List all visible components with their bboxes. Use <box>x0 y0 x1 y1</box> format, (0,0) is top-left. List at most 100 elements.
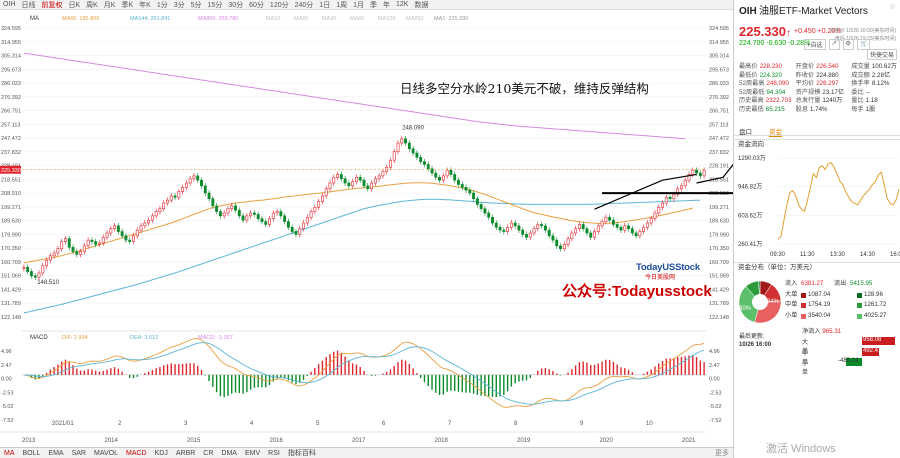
indicator-toolbar: MA BOLL EMA SAR MAVOL MACD KDJ ARBR CR DMA EMV RSI 指… <box>0 447 733 458</box>
month-label: 4 <box>250 421 254 427</box>
candle-body <box>423 161 426 165</box>
panel-tab[interactable]: 资金 <box>769 126 782 137</box>
period-tab[interactable]: 5分 <box>191 0 202 9</box>
candle-body <box>555 239 559 247</box>
y-tick-label: 179.990 <box>1 232 21 238</box>
indicator-tab[interactable]: EMA <box>48 450 63 457</box>
candle-body <box>71 246 75 252</box>
period-tab[interactable]: 季K <box>121 0 133 9</box>
stat-label: 52周最低 <box>739 88 765 96</box>
flow-value: 3540.04 <box>808 312 831 320</box>
indicator-tab[interactable]: 指标百科 <box>288 448 316 458</box>
indicator-tab[interactable]: SAR <box>72 450 86 457</box>
candle-body <box>457 179 460 185</box>
flow-value: 4025.27 <box>864 312 887 320</box>
flow-value: 128.96 <box>864 290 883 298</box>
quote-action-button[interactable]: ⚙ <box>842 39 854 50</box>
period-tab[interactable]: 日线 <box>21 0 35 9</box>
candle-body <box>150 215 154 221</box>
period-tab[interactable]: 年 <box>383 0 390 9</box>
period-tab[interactable]: 前复权 <box>41 0 62 9</box>
period-tab[interactable]: 1分 <box>157 0 168 9</box>
y-tick-label-right: 131.789 <box>709 301 729 307</box>
indicator-tab[interactable]: MA <box>4 450 15 457</box>
candle-body <box>256 214 260 220</box>
candle-body <box>249 212 253 217</box>
candle-body <box>589 232 593 238</box>
indicator-tab[interactable]: RSI <box>268 450 280 457</box>
period-tab[interactable]: 1月 <box>353 0 364 9</box>
indicator-tab[interactable]: BOLL <box>23 450 41 457</box>
flow-swatch <box>801 292 806 298</box>
candle-body <box>570 232 574 239</box>
favorite-star-icon[interactable]: ☆ <box>889 2 896 11</box>
pie-label-left: 30% <box>739 306 752 312</box>
stat-value: 224.880 <box>816 71 839 79</box>
period-tab[interactable]: 60分 <box>249 0 264 9</box>
quote-action-button[interactable]: +自选 <box>804 39 826 50</box>
candle-body <box>642 226 646 232</box>
period-tab[interactable]: 12K <box>396 1 408 8</box>
stat-cell: 资产规模 23.17亿 <box>796 89 852 98</box>
quote-header: OIH 油服ETF-Market Vectors <box>734 0 900 24</box>
period-tab[interactable]: 240分 <box>295 0 314 9</box>
stat-value: -- <box>865 88 870 96</box>
period-tab[interactable]: 数据 <box>414 0 428 9</box>
y-tick-label: 237.832 <box>1 150 21 156</box>
period-tab[interactable]: 120分 <box>270 0 289 9</box>
quote-action-button[interactable]: ↗ <box>828 39 840 50</box>
candle-body <box>407 142 411 150</box>
indicator-tab[interactable]: DMA <box>221 450 237 457</box>
y-tick-label: 324.595 <box>1 26 21 32</box>
period-tab[interactable]: 1周 <box>336 0 347 9</box>
indicator-tab[interactable]: ARBR <box>176 450 195 457</box>
period-tab[interactable]: 周K <box>86 0 98 9</box>
flow-value: 1754.19 <box>808 301 831 309</box>
stat-label: 资产规模 <box>795 88 821 96</box>
stat-value: 1240万 <box>822 97 843 104</box>
candle-body <box>438 177 442 181</box>
candle-body <box>343 178 347 184</box>
period-tab[interactable]: 月K <box>104 0 116 9</box>
candle-body <box>116 225 120 232</box>
ff-tick-label: 1290.03万 <box>738 155 766 162</box>
indicator-tab[interactable]: KDJ <box>155 450 168 457</box>
period-tab[interactable]: 3分 <box>174 0 185 9</box>
panel-tab[interactable]: 盘口 <box>739 126 752 136</box>
period-tab[interactable]: 季 <box>370 0 377 9</box>
candle-body <box>86 239 90 247</box>
candle-body <box>313 206 317 212</box>
more-indicators-button[interactable]: 更多 <box>715 448 729 458</box>
period-tab[interactable]: 15分 <box>208 0 223 9</box>
period-tab[interactable]: 1日 <box>319 0 330 9</box>
stat-label: 换手率 <box>851 80 870 87</box>
candle-body <box>215 205 219 212</box>
candle-body <box>475 198 479 205</box>
candle-body <box>75 251 79 255</box>
period-tab[interactable]: 年K <box>139 0 151 9</box>
stat-label: 委比 <box>851 88 864 96</box>
stat-cell: 成交额 2.28亿 <box>851 72 899 81</box>
quick-trade-button[interactable]: 快捷交易 <box>866 49 897 60</box>
candle-body <box>593 231 596 238</box>
period-tab[interactable]: OIH <box>3 1 15 8</box>
candle-body <box>105 232 109 238</box>
fund-flow-chart: 1290.03万 946.82万 603.62万 260.41万 09:30 11:30 1… <box>738 155 900 258</box>
y-tick-label-right: 295.673 <box>709 67 729 73</box>
fund-distribution-table: 流入 6381.27 流出 5415.95 大单 1087.04 128.96 中单 1754.… <box>785 279 900 322</box>
macd-tick-label-right: 2.47 <box>709 363 720 369</box>
period-tab[interactable]: 日K <box>68 0 80 9</box>
candle-body <box>22 266 26 269</box>
indicator-tab[interactable]: CR <box>203 450 213 457</box>
ff-tick-label: 603.62万 <box>738 212 762 219</box>
flow-value: 1087.04 <box>808 290 831 298</box>
net-bar-value: -485.24 <box>838 358 859 364</box>
year-label: 2013 <box>22 438 36 444</box>
indicator-tab[interactable]: MACD <box>126 450 147 457</box>
period-tab[interactable]: 30分 <box>228 0 243 9</box>
indicator-tab[interactable]: MAVOL <box>94 450 118 457</box>
indicator-tab[interactable]: EMV <box>245 450 260 457</box>
macd-legend-item: MACD: -1.357 <box>198 335 233 341</box>
candle-body <box>26 266 30 272</box>
candle-body <box>79 251 83 255</box>
